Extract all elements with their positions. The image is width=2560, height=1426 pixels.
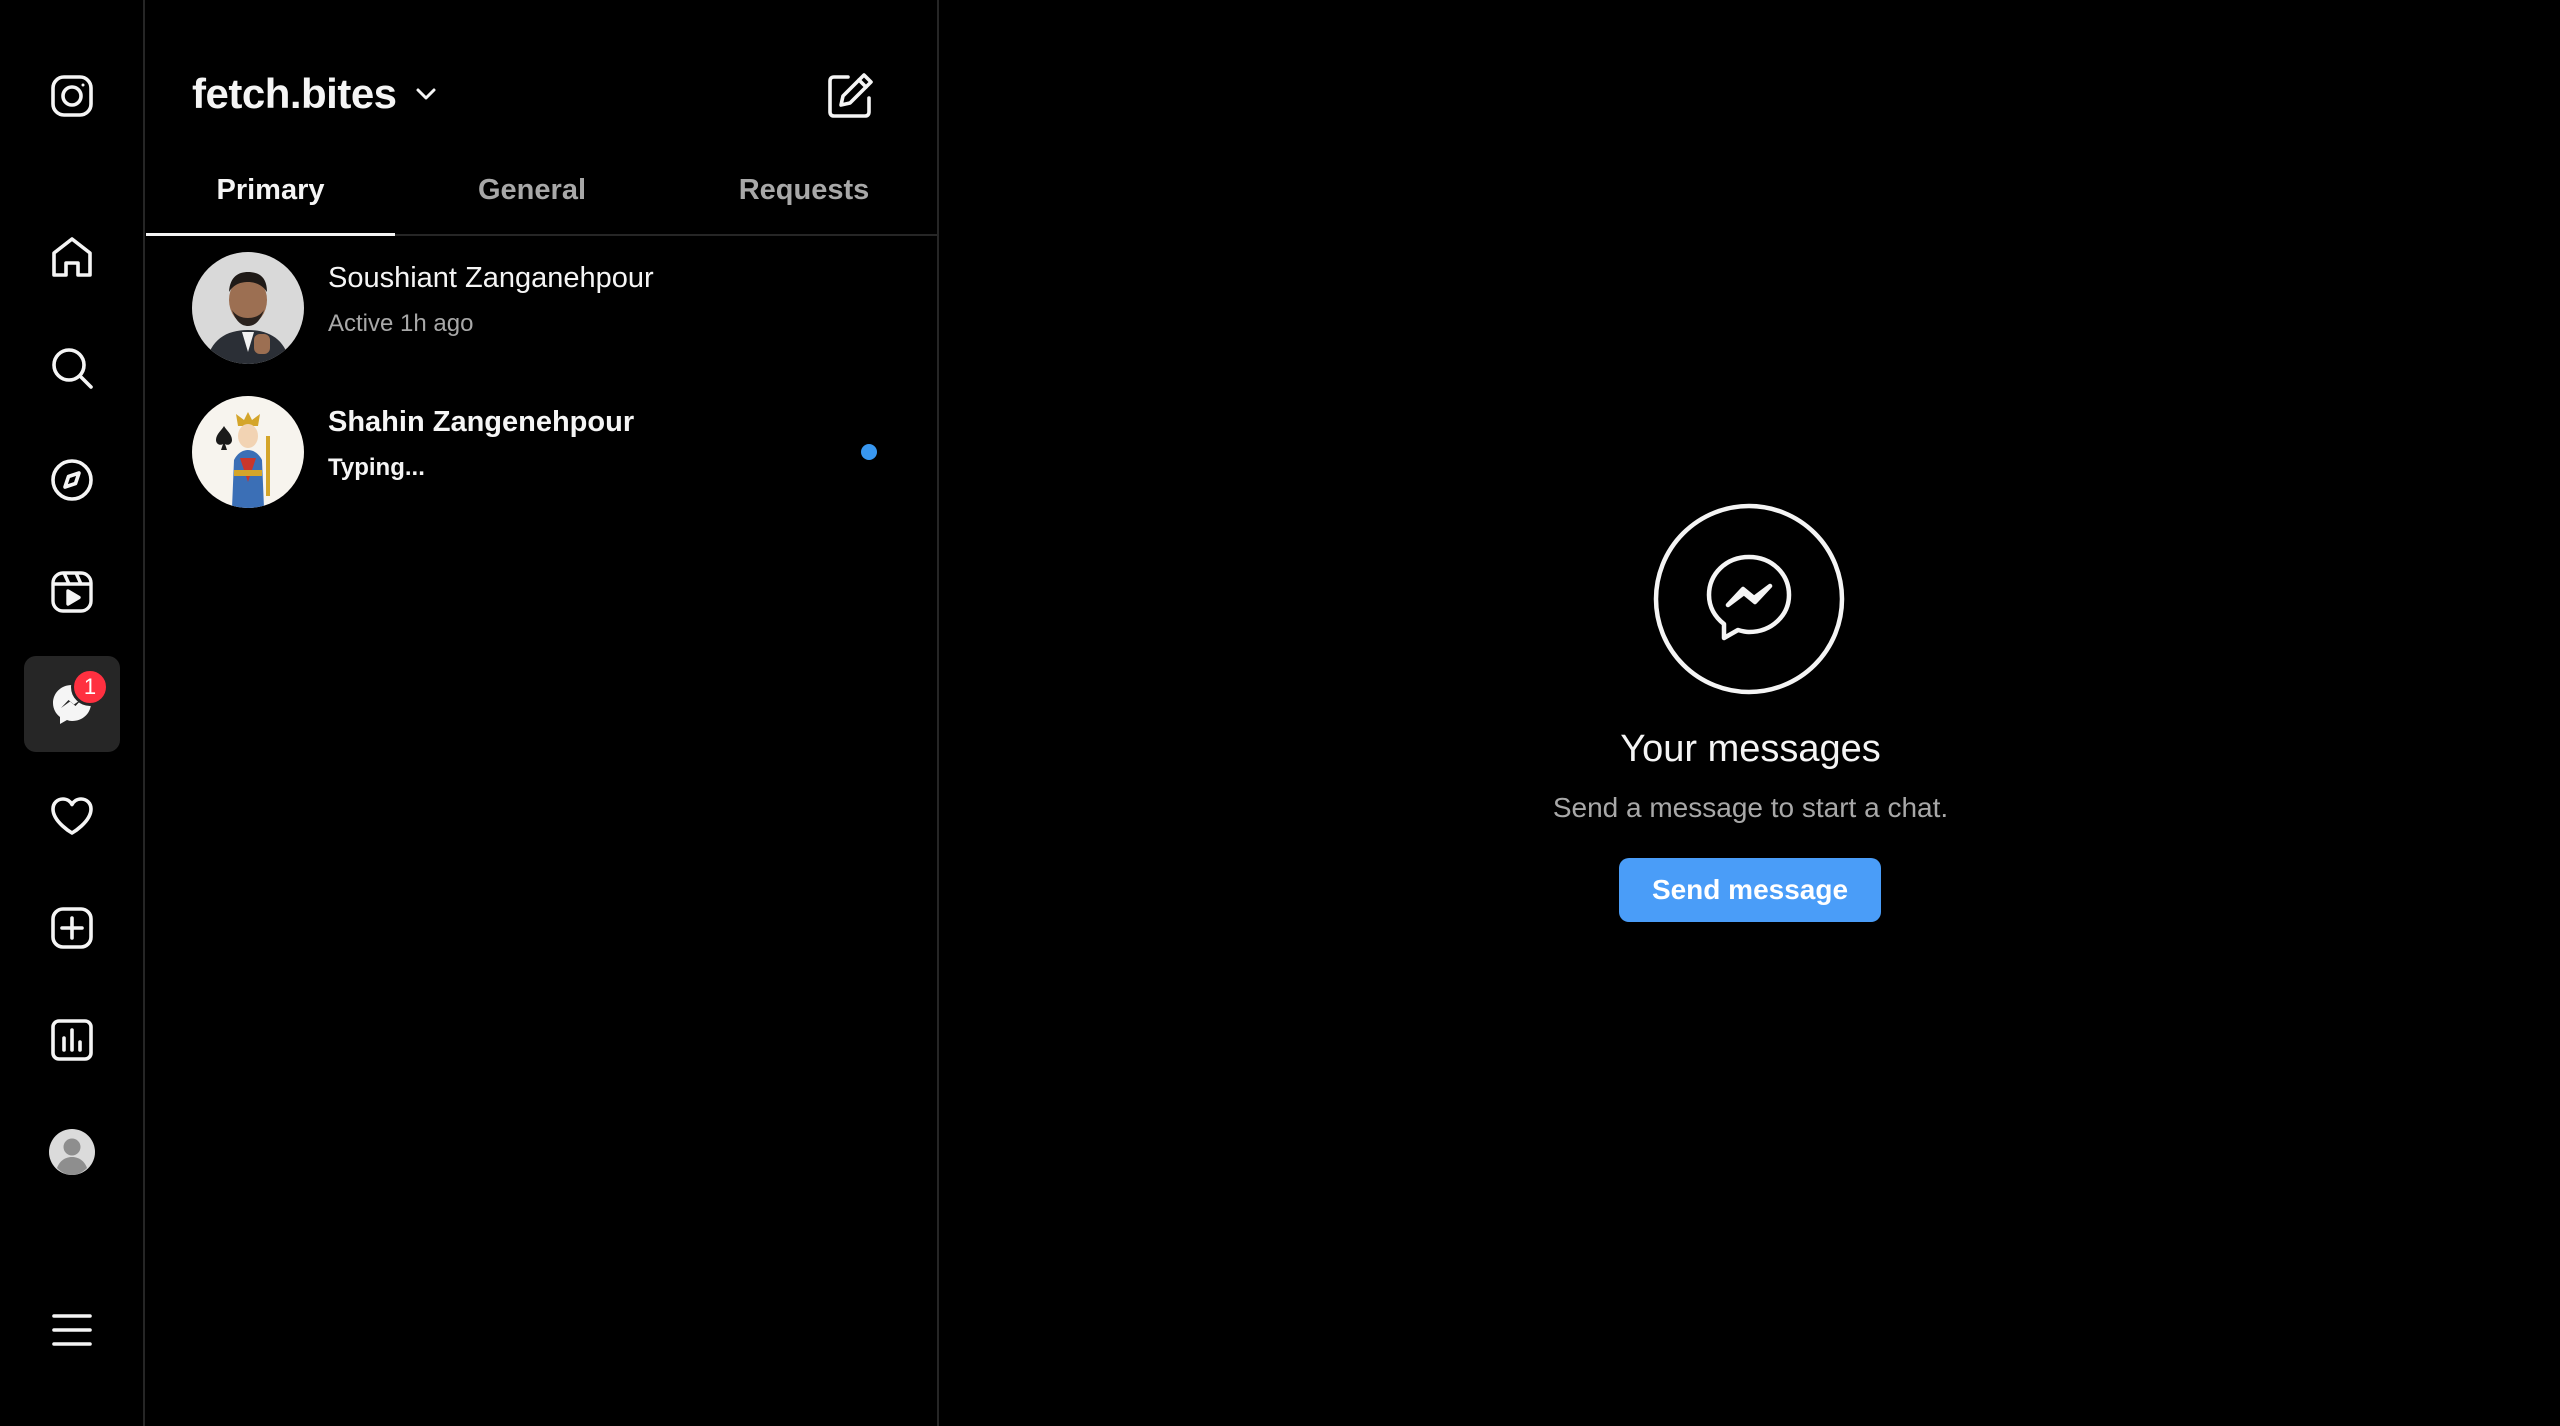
- queen-of-spades-card-avatar-icon: [192, 396, 304, 508]
- avatar: [192, 396, 304, 508]
- left-nav-rail: 1: [0, 0, 145, 1426]
- person-photo-avatar-icon: [192, 252, 304, 364]
- heart-notifications-icon: [51, 797, 93, 835]
- instagram-logo-icon: [51, 75, 93, 117]
- thread-status: Active 1h ago: [328, 310, 474, 337]
- search-icon: [52, 348, 93, 389]
- nav-messages-button[interactable]: 1: [24, 656, 120, 752]
- thread-name: Soushiant Zanganehpour: [328, 262, 654, 294]
- chevron-down-icon: [416, 88, 436, 100]
- empty-state-title: Your messages: [1620, 728, 1881, 770]
- unread-indicator-dot: [861, 444, 877, 460]
- tab-general-label: General: [478, 174, 586, 206]
- account-switcher[interactable]: fetch.bites: [192, 70, 439, 118]
- profile-avatar-icon: [49, 1129, 95, 1175]
- nav-more-menu-button[interactable]: [24, 1282, 120, 1378]
- tab-general[interactable]: General: [395, 160, 669, 236]
- nav-notifications-button[interactable]: [24, 768, 120, 864]
- empty-state-subtitle: Send a message to start a chat.: [1552, 792, 1949, 823]
- create-plus-icon: [51, 907, 93, 949]
- tab-primary[interactable]: Primary: [146, 160, 395, 236]
- insights-chart-icon: [51, 1019, 93, 1061]
- nav-reels-button[interactable]: [24, 544, 120, 640]
- explore-compass-icon: [51, 459, 93, 501]
- thread-status: Typing...: [328, 454, 425, 481]
- tab-primary-label: Primary: [216, 174, 325, 206]
- inbox-panel: fetch.bites Primary General Requests Sou…: [146, 0, 939, 1426]
- menu-hamburger-icon: [52, 1314, 92, 1346]
- home-icon: [52, 237, 92, 277]
- send-message-button[interactable]: Send message: [1619, 858, 1881, 922]
- tab-requests-label: Requests: [738, 174, 870, 206]
- nav-insights-button[interactable]: [24, 992, 120, 1088]
- nav-profile-button[interactable]: [24, 1104, 120, 1200]
- nav-home-button[interactable]: [24, 209, 120, 305]
- thread-row-soushiant[interactable]: Soushiant Zanganehpour Active 1h ago: [146, 236, 939, 380]
- inbox-tabs: Primary General Requests: [146, 160, 939, 236]
- conversation-empty-state: Your messages Send a message to start a …: [941, 0, 2560, 1426]
- instagram-dm-app: 1 fetch.bites Primary General Requests S…: [0, 0, 2560, 1426]
- instagram-logo-button[interactable]: [24, 48, 120, 144]
- nav-create-button[interactable]: [24, 880, 120, 976]
- thread-name: Shahin Zangenehpour: [328, 406, 635, 438]
- nav-explore-button[interactable]: [24, 432, 120, 528]
- reels-icon: [51, 571, 93, 613]
- compose-new-message-icon[interactable]: [824, 70, 876, 122]
- messenger-circle-icon: [1653, 503, 1845, 695]
- avatar: [192, 252, 304, 364]
- unread-badge: 1: [71, 668, 109, 706]
- tab-requests[interactable]: Requests: [669, 160, 939, 236]
- nav-search-button[interactable]: [24, 320, 120, 416]
- thread-row-shahin[interactable]: Shahin Zangenehpour Typing...: [146, 380, 939, 524]
- account-name: fetch.bites: [192, 70, 397, 117]
